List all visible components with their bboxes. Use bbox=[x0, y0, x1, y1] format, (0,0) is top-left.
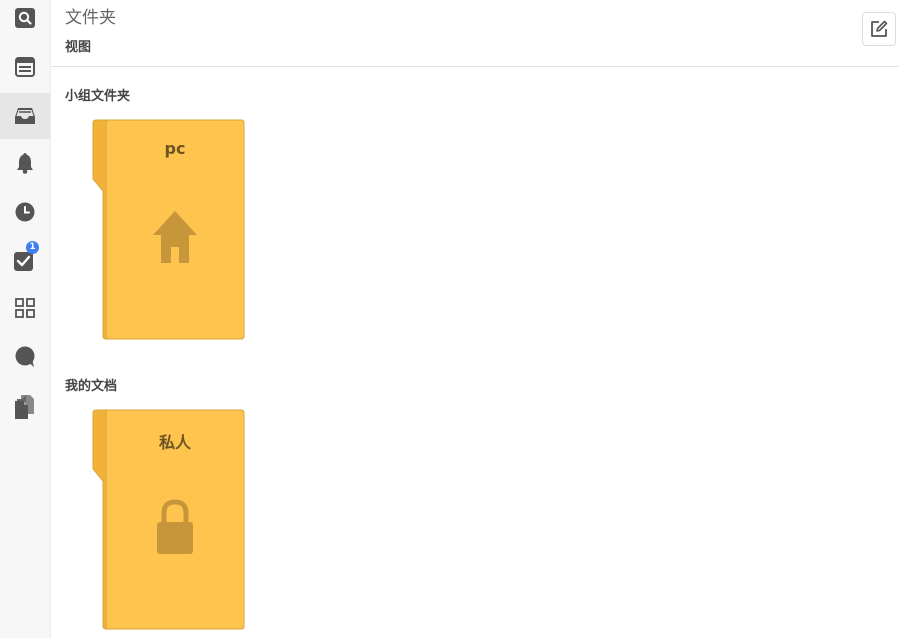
page-title: 文件夹 bbox=[65, 8, 116, 28]
folder-pc[interactable]: pc bbox=[91, 119, 245, 340]
my-documents-heading: 我的文档 bbox=[65, 379, 118, 394]
sidebar-item-notifications[interactable] bbox=[0, 140, 50, 186]
sidebar-item-browser[interactable] bbox=[0, 44, 50, 90]
folder-label: pc bbox=[164, 139, 186, 158]
sidebar-item-search[interactable] bbox=[0, 0, 50, 41]
edit-button[interactable] bbox=[862, 12, 896, 46]
apps-grid-icon bbox=[15, 298, 35, 318]
sidebar-item-documents[interactable] bbox=[0, 384, 50, 430]
header-divider bbox=[50, 66, 899, 67]
tasks-badge: 1 bbox=[26, 241, 39, 254]
sidebar-item-tasks[interactable]: 1 bbox=[0, 237, 50, 283]
sidebar-item-inbox[interactable] bbox=[0, 93, 50, 139]
bell-icon bbox=[17, 153, 33, 174]
lock-icon bbox=[157, 499, 193, 554]
folder-label: 私人 bbox=[158, 433, 191, 452]
folder-private[interactable]: 私人 bbox=[91, 409, 245, 630]
clock-icon bbox=[15, 202, 35, 222]
browser-icon bbox=[15, 57, 35, 77]
inbox-icon bbox=[15, 108, 35, 124]
home-icon bbox=[153, 211, 197, 263]
sidebar: 1 bbox=[0, 0, 51, 638]
sidebar-item-recent[interactable] bbox=[0, 189, 50, 235]
sidebar-item-chat[interactable] bbox=[0, 334, 50, 380]
view-menu[interactable]: 视图 bbox=[65, 36, 91, 55]
edit-icon bbox=[871, 20, 888, 37]
documents-icon bbox=[15, 395, 34, 419]
group-folders-heading: 小组文件夹 bbox=[65, 89, 131, 104]
sidebar-item-apps[interactable] bbox=[0, 285, 50, 331]
chat-bubble-icon bbox=[15, 346, 35, 367]
search-icon bbox=[15, 8, 35, 28]
